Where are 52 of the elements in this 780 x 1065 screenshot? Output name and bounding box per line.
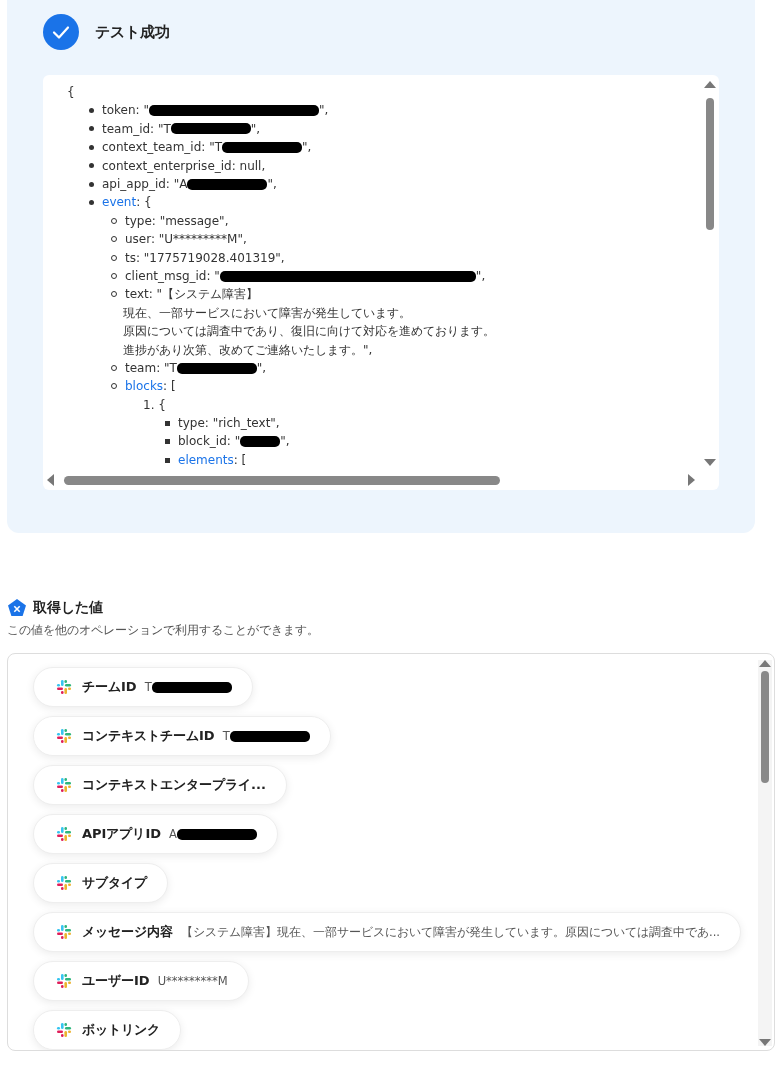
value-chip[interactable]: メッセージ内容 【システム障害】現在、一部サービスにおいて障害が発生しています。原因については調査中であ... (33, 912, 741, 952)
json-punctuation: ", (302, 139, 312, 157)
json-line: token: " (102, 102, 149, 120)
vertical-scrollbar[interactable] (758, 660, 772, 1046)
json-punctuation: : [ (233, 451, 247, 469)
pinwheel-icon (56, 728, 72, 744)
json-line: 現在、一部サービスにおいて障害が発生しています。 (122, 304, 412, 322)
horizontal-scrollbar[interactable] (47, 472, 695, 488)
json-punctuation: ", (267, 175, 277, 193)
json-punctuation: ", (318, 102, 329, 120)
json-punctuation: ", (256, 359, 267, 377)
json-line: client_msg_id: " (125, 267, 220, 285)
value-chip[interactable]: コンテキストチームID T (33, 716, 331, 756)
json-line: user: "U*********M", (125, 231, 247, 249)
pinwheel-icon (56, 973, 72, 989)
json-line: text: "【システム障害】 (125, 286, 259, 304)
pinwheel-icon (56, 924, 72, 940)
json-punctuation: ", (250, 120, 261, 138)
value-chip[interactable]: コンテキストエンタープライ... (33, 765, 287, 805)
x-badge-icon (7, 598, 27, 618)
pinwheel-icon (56, 826, 72, 842)
json-key-link[interactable]: elements (178, 450, 234, 470)
json-punctuation: : { (136, 194, 152, 212)
json-line: context_enterprise_id: null, (102, 157, 266, 175)
json-line: api_app_id: "A (102, 175, 188, 193)
value-chip[interactable]: ボットリンク (33, 1010, 181, 1050)
json-line: team_id: "T (102, 120, 171, 138)
json-punctuation: ", (475, 267, 486, 285)
vertical-scrollbar[interactable] (703, 81, 717, 466)
json-line: 進捗があり次第、改めてご連絡いたします。", (122, 341, 374, 359)
value-chip[interactable]: APIアプリID A (33, 814, 278, 854)
json-punctuation: ", (280, 433, 290, 451)
json-line: block_id: " (178, 433, 241, 451)
json-line: team: "T (125, 359, 177, 377)
json-brace: { (67, 84, 76, 101)
pinwheel-icon (56, 679, 72, 695)
json-line: type: "message", (125, 212, 229, 230)
json-line: 1. { (143, 396, 166, 414)
pinwheel-icon (56, 777, 72, 793)
result-title: テスト成功 (95, 22, 170, 42)
value-chip[interactable]: ユーザーID U*********M (33, 961, 249, 1001)
json-line: ts: "1775719028.401319", (125, 249, 285, 267)
value-chip[interactable]: サブタイプ (33, 863, 168, 903)
pinwheel-icon (56, 875, 72, 891)
section-title: 取得した値 (33, 599, 103, 617)
value-chip[interactable]: チームID T (33, 667, 253, 707)
json-punctuation: : [ (163, 378, 176, 396)
json-line: type: "rich_text", (178, 415, 280, 433)
section-description: この値を他のオペレーションで利用することができます。 (7, 622, 320, 639)
json-line: context_team_id: "T (102, 139, 223, 157)
json-line: 原因については調査中であり、復旧に向けて対応を進めております。 (122, 323, 496, 341)
pinwheel-icon (56, 1022, 72, 1038)
